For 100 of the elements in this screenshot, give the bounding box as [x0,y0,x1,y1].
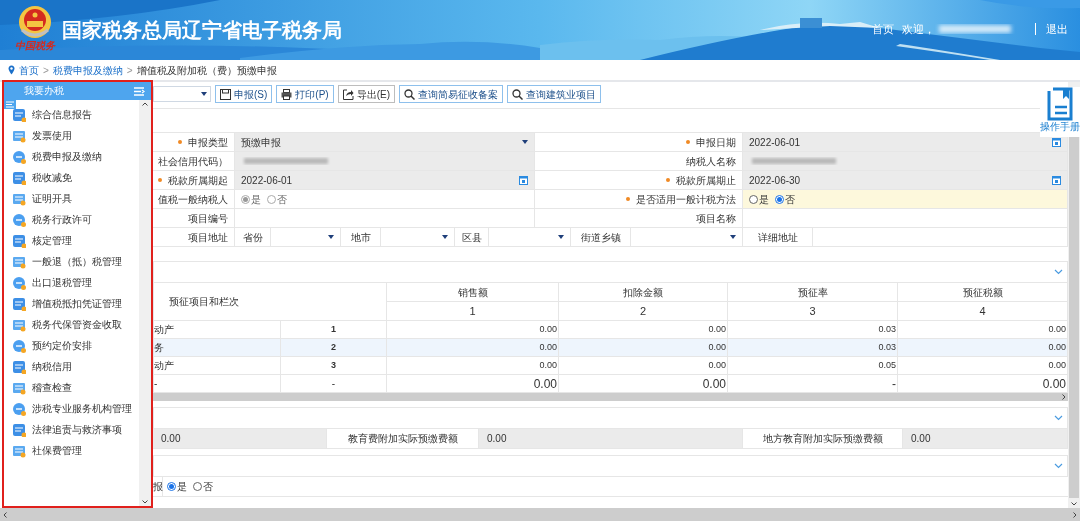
home-link[interactable]: 首页 [872,22,894,36]
document-icon [12,359,26,374]
scrollbar[interactable] [153,393,1068,401]
document-icon [12,422,26,437]
radio-label: 否 [203,480,213,494]
input-field[interactable] [813,228,1068,247]
field-label: 项目编号 [188,211,228,226]
toolbar-button[interactable]: 查询简易征收备案 [399,85,504,103]
toolbar-button[interactable]: 打印(P) [276,85,334,103]
radio-button[interactable] [193,482,202,491]
breadcrumb-separator: > [126,63,133,78]
document-icon [12,170,26,185]
column-header: 预征率 [728,283,898,302]
caret-icon [442,235,448,239]
sidebar-item[interactable]: 发票使用 [4,125,139,146]
radio-label: 是 [251,192,261,207]
select-field[interactable] [381,228,455,247]
table-cell: - [154,375,281,393]
printer-icon [281,88,293,100]
chevron-down-icon[interactable] [1071,502,1077,506]
table-cell: 0.00 [387,339,559,357]
table-cell: 0.00 [387,375,559,393]
card-icon [12,317,26,332]
document-icon [12,296,26,311]
document-icon [12,233,26,248]
sidebar-item[interactable]: 增值税抵扣凭证管理 [4,293,139,314]
help-label: 操作手册 [1040,121,1080,133]
table-cell: 务 [154,339,281,357]
chevron-down-icon[interactable] [142,500,148,504]
input-field[interactable] [743,209,1068,228]
help-widget[interactable]: 操作手册 [1040,87,1080,137]
radio-button[interactable] [167,482,176,491]
scroll-thumb[interactable] [1069,137,1079,498]
table-cell: 0.00 [387,357,559,375]
scrollbar[interactable] [139,100,151,506]
table-cell: 0.00 [898,321,1068,339]
sidebar-item[interactable]: 预约定价安排 [4,335,139,356]
chevron-right-icon[interactable] [1073,511,1077,518]
radio-button[interactable] [775,194,784,204]
coin-icon [12,212,26,227]
sidebar-item[interactable]: 证明开具 [4,188,139,209]
sidebar-item[interactable]: 法律追责与救济事项 [4,419,139,440]
toolbar-button[interactable]: 申报(S) [215,85,273,103]
toolbar-button[interactable]: 查询建筑业项目 [507,85,602,103]
select-field[interactable] [271,228,341,247]
sidebar-item[interactable]: 税务行政许可 [4,209,139,230]
sidebar-item[interactable]: 一般退（抵）税管理 [4,251,139,272]
select-field[interactable] [631,228,743,247]
breadcrumb-current: 增值税及附加税（费）预缴申报 [136,63,277,78]
sidebar-item[interactable]: 社保费管理 [4,440,139,461]
menu-icon[interactable] [4,100,16,109]
table-cell: 0.03 [728,321,898,339]
field-label: 社会信用代码） [158,154,228,169]
breadcrumb-link[interactable]: 税费申报及缴纳 [52,62,123,78]
sidebar-item[interactable]: 核定管理 [4,230,139,251]
radio-button[interactable] [749,194,758,204]
sidebar-item[interactable]: 税收减免 [4,167,139,188]
table-cell: 2 [281,339,387,357]
welcome-text: 欢迎， [902,22,935,36]
field-label: 税款所属期起 [168,173,228,188]
chevron-up-icon[interactable] [142,102,148,106]
caret-icon [558,235,564,239]
radio-label: 否 [785,192,795,207]
card-icon [12,191,26,206]
scrollbar[interactable] [0,508,1080,521]
card-icon [12,380,26,395]
column-header: 销售额 [387,283,559,302]
breadcrumb-separator: > [43,63,49,78]
table-cell: 0.03 [728,339,898,357]
sidebar-item[interactable]: 税费申报及缴纳 [4,146,139,167]
emblem-icon [17,4,53,40]
caret-icon [730,235,736,239]
sidebar-item[interactable]: 纳税信用 [4,356,139,377]
menu-icon[interactable] [134,86,145,96]
table-cell: 0.00 [898,375,1068,393]
sidebar-item[interactable]: 出口退税管理 [4,272,139,293]
sidebar-item[interactable]: 涉税专业服务机构管理 [4,398,139,419]
chevron-right-icon[interactable] [1062,394,1066,400]
sidebar-item[interactable]: 税务代保管资金收取 [4,314,139,335]
sidebar-item[interactable]: 稽查检查 [4,377,139,398]
coin-icon [12,149,26,164]
field-label: 是否适用一般计税方法 [636,192,736,207]
table-cell: - [281,375,387,393]
sidebar-item[interactable]: 综合信息报告 [4,104,139,125]
select-field[interactable] [489,228,571,247]
chevron-left-icon[interactable] [3,511,7,518]
value-field: 0.00 [479,429,743,448]
toolbar-button[interactable]: 导出(E) [337,85,396,103]
radio-label: 是 [177,480,187,494]
caret-icon [201,92,207,96]
coin-icon [12,275,26,290]
document-icon [12,107,26,122]
table-cell: 0.00 [559,357,728,375]
export-icon [342,88,354,100]
input-field[interactable] [235,209,535,228]
breadcrumb-link[interactable]: 首页 [19,62,39,78]
table-cell: 0.00 [387,321,559,339]
manual-icon [1045,87,1075,121]
field-label: 税款所属期止 [676,173,736,188]
search-icon [404,88,416,100]
